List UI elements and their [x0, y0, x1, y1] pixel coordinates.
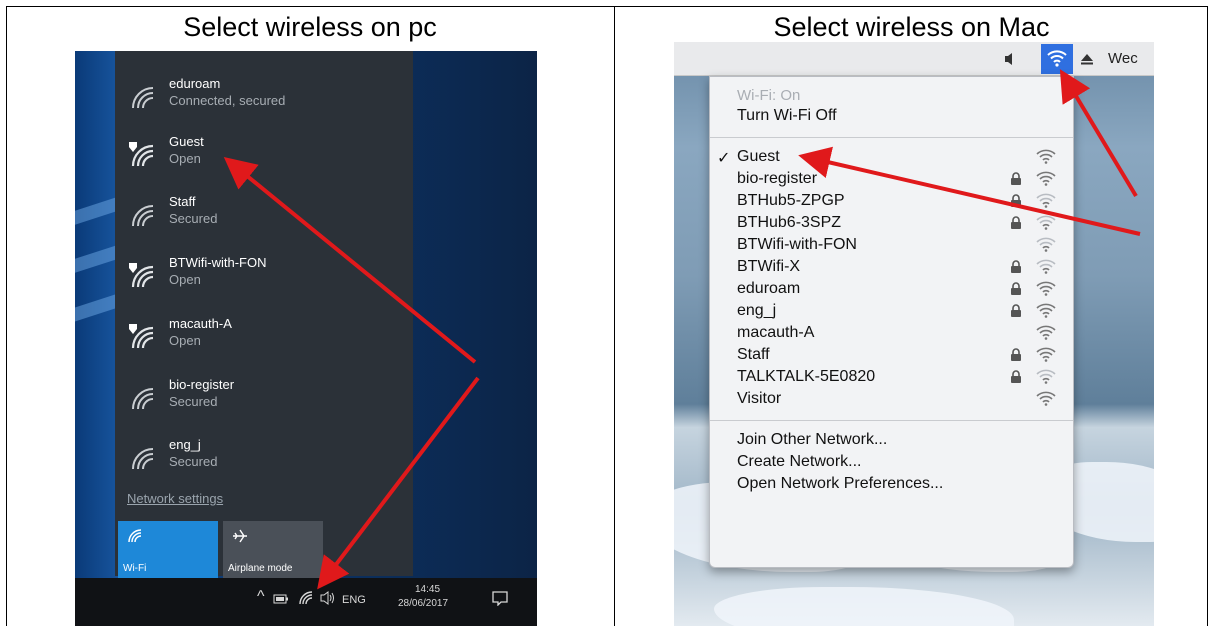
volume-icon[interactable]	[319, 590, 337, 606]
wifi-signal-icon	[1036, 171, 1056, 186]
turn-wifi-off-item[interactable]: Turn Wi-Fi Off	[737, 107, 837, 125]
network-item-talktalk-5e0820[interactable]: TALKTALK-5E0820	[737, 368, 875, 386]
wifi-icon	[132, 448, 154, 470]
tile-label: Airplane mode	[228, 563, 293, 574]
network-item-guest[interactable]: Guest Open	[127, 134, 407, 184]
network-item-eng-j[interactable]: eng_j Secured	[127, 437, 407, 487]
volume-icon[interactable]	[1004, 52, 1016, 66]
wifi-status: Wi-Fi: On	[737, 87, 801, 104]
network-name: eduroam	[169, 76, 221, 91]
network-item-bthub6-3spz[interactable]: BTHub6-3SPZ	[737, 214, 841, 232]
network-status: Open	[169, 333, 201, 348]
network-item-staff[interactable]: Staff	[737, 346, 770, 364]
network-settings-link[interactable]: Network settings	[127, 491, 223, 506]
wifi-signal-icon	[1036, 149, 1056, 164]
join-other-network-item[interactable]: Join Other Network...	[737, 431, 887, 449]
mac-menu-bar: Wec	[674, 42, 1154, 76]
eject-icon[interactable]	[1081, 54, 1093, 65]
taskbar: ^ ENG 14:45 28/06/2017	[75, 578, 537, 626]
wifi-signal-icon	[1036, 281, 1056, 296]
network-item-eng-j[interactable]: eng_j	[737, 302, 776, 320]
wifi-signal-icon	[1036, 391, 1056, 406]
wifi-signal-icon	[1036, 325, 1056, 340]
lock-icon	[1011, 348, 1021, 361]
network-item-visitor[interactable]: Visitor	[737, 390, 781, 408]
wifi-signal-icon	[1036, 303, 1056, 318]
mac-screenshot: Wec Wi-Fi: On Turn Wi-Fi Off ✓ Guest bio…	[674, 42, 1154, 626]
ice-floe	[714, 587, 1014, 626]
wifi-flyout: eduroam Connected, secured Guest Open St…	[115, 51, 413, 578]
wifi-icon	[132, 87, 154, 109]
tile-label: Wi-Fi	[123, 563, 147, 574]
table-divider	[614, 6, 615, 626]
wifi-icon	[132, 388, 154, 410]
network-item-btwifi-with-fon[interactable]: BTWifi-with-FON Open	[127, 255, 407, 305]
network-item-eduroam[interactable]: eduroam Connected, secured	[127, 76, 407, 126]
network-name: BTWifi-with-FON	[169, 255, 267, 270]
wifi-menu-extra[interactable]	[1041, 44, 1073, 74]
network-status: Open	[169, 151, 201, 166]
wifi-signal-icon	[1036, 347, 1056, 362]
menu-separator	[710, 137, 1073, 138]
open-wifi-shield-icon	[129, 324, 154, 349]
clock-time[interactable]: 14:45	[415, 584, 440, 595]
wifi-signal-icon	[1036, 193, 1056, 208]
airplane-mode-tile[interactable]: Airplane mode	[223, 521, 323, 578]
network-item-bthub5-zpgp[interactable]: BTHub5-ZPGP	[737, 192, 845, 210]
airplane-icon	[233, 529, 247, 543]
wifi-icon	[128, 529, 142, 543]
wifi-icon	[132, 205, 154, 227]
network-item-staff[interactable]: Staff Secured	[127, 194, 407, 244]
network-name: bio-register	[169, 377, 235, 392]
input-language[interactable]: ENG	[342, 594, 366, 606]
network-item-bio-register[interactable]: bio-register Secured	[127, 377, 407, 427]
action-center-icon[interactable]	[492, 590, 508, 606]
lock-icon	[1011, 194, 1021, 207]
network-name: eng_j	[169, 437, 201, 452]
network-status: Secured	[169, 394, 218, 409]
windows-screenshot: eduroam Connected, secured Guest Open St…	[75, 51, 537, 626]
network-item-btwifi-x[interactable]: BTWifi-X	[737, 258, 800, 276]
lock-icon	[1011, 304, 1021, 317]
lock-icon	[1011, 260, 1021, 273]
network-item-guest[interactable]: Guest	[737, 148, 780, 166]
wifi-signal-icon	[1036, 259, 1056, 274]
open-wifi-shield-icon	[129, 142, 154, 167]
lock-icon	[1011, 282, 1021, 295]
network-name: Guest	[169, 134, 204, 149]
show-hidden-icons-button[interactable]: ^	[257, 588, 265, 606]
lock-icon	[1011, 172, 1021, 185]
create-network-item[interactable]: Create Network...	[737, 453, 861, 471]
network-status: Connected, secured	[169, 93, 286, 108]
menu-separator	[710, 420, 1073, 421]
menubar-clock[interactable]: Wec	[1108, 50, 1138, 67]
open-network-preferences-item[interactable]: Open Network Preferences...	[737, 475, 943, 493]
pc-heading: Select wireless on pc	[183, 12, 437, 42]
wifi-dropdown-menu: Wi-Fi: On Turn Wi-Fi Off ✓ Guest bio-reg…	[709, 76, 1074, 568]
wifi-signal-icon	[1036, 215, 1056, 230]
wifi-signal-icon	[1036, 369, 1056, 384]
network-item-btwifi-with-fon[interactable]: BTWifi-with-FON	[737, 236, 857, 254]
network-status: Secured	[169, 454, 218, 469]
wifi-icon	[1047, 50, 1067, 67]
battery-icon[interactable]	[273, 594, 289, 604]
checkmark-icon: ✓	[717, 150, 731, 167]
lock-icon	[1011, 370, 1021, 383]
open-wifi-shield-icon	[129, 263, 154, 288]
lock-icon	[1011, 216, 1021, 229]
network-item-bio-register[interactable]: bio-register	[737, 170, 817, 188]
network-item-macauth-a[interactable]: macauth-A	[737, 324, 814, 342]
wifi-signal-icon	[1036, 237, 1056, 252]
clock-date[interactable]: 28/06/2017	[398, 598, 448, 609]
network-status: Secured	[169, 211, 218, 226]
network-name: Staff	[169, 194, 196, 209]
network-item-eduroam[interactable]: eduroam	[737, 280, 800, 298]
network-tray-icon[interactable]	[297, 589, 315, 607]
desktop-light-ray	[75, 294, 115, 322]
network-item-macauth-a[interactable]: macauth-A Open	[127, 316, 407, 366]
network-name: macauth-A	[169, 316, 232, 331]
network-status: Open	[169, 272, 201, 287]
mac-heading: Select wireless on Mac	[773, 12, 1050, 42]
wifi-quick-tile[interactable]: Wi-Fi	[118, 521, 218, 578]
